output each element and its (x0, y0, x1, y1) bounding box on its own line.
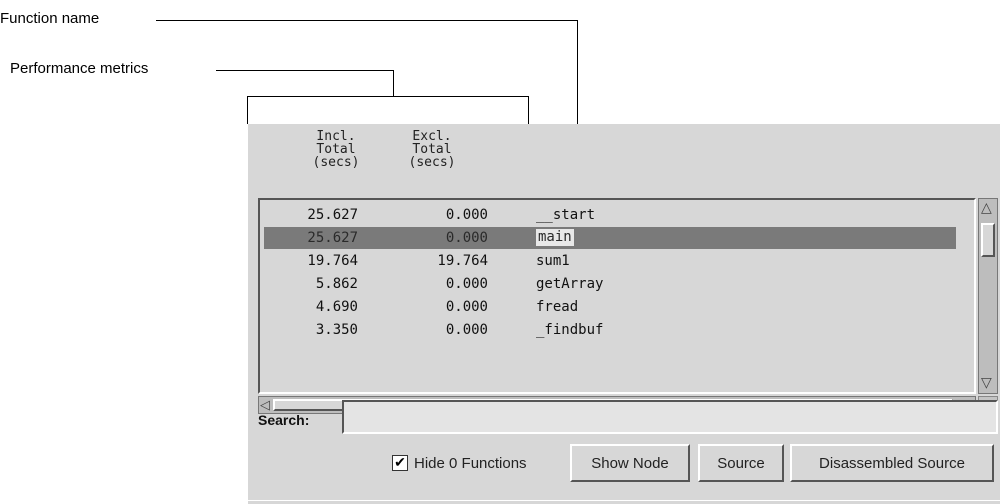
hide-zero-label: Hide 0 Functions (414, 454, 527, 472)
excl-value: 19.764 (437, 253, 488, 269)
list-item[interactable]: 25.627 0.000 __start (264, 204, 956, 226)
disassembled-source-button[interactable]: Disassembled Source (790, 444, 994, 482)
list-item[interactable]: 3.350 0.000 _findbuf (264, 319, 956, 341)
hide-zero-functions-toggle[interactable]: ✔ Hide 0 Functions (392, 446, 527, 480)
function-name: sum1 (536, 253, 570, 269)
incl-value: 4.690 (315, 299, 358, 315)
excl-value: 0.000 (445, 276, 488, 292)
perf-metrics-bracket-top (247, 96, 529, 97)
incl-total-header[interactable]: Incl. Total (secs) (296, 130, 376, 169)
excl-total-header[interactable]: Excl. Total (secs) (392, 130, 472, 169)
perf-metrics-leader-line (216, 70, 394, 71)
function-name: getArray (536, 276, 604, 292)
function-name: fread (536, 299, 579, 315)
incl-value: 25.627 (307, 207, 358, 223)
perf-metrics-bracket-right (528, 96, 529, 124)
function-name: main (536, 229, 574, 246)
scroll-left-arrow-icon[interactable]: ◁ (260, 397, 270, 413)
vertical-scroll-thumb[interactable] (981, 223, 995, 257)
performance-metrics-callout: Performance metrics (10, 60, 149, 77)
scroll-down-arrow-icon[interactable]: ▽ (981, 375, 992, 389)
list-item-selected[interactable]: 25.627 0.000 main (264, 227, 956, 249)
perf-metrics-bracket-left (247, 96, 248, 124)
excl-value: 0.000 (445, 322, 488, 338)
incl-value: 5.862 (315, 276, 358, 292)
list-item[interactable]: 4.690 0.000 fread (264, 296, 956, 318)
perf-metrics-stem-line (393, 70, 394, 96)
excl-value: 0.000 (445, 207, 488, 223)
function-list[interactable]: 25.627 0.000 __start 25.627 0.000 main 1… (258, 198, 976, 394)
header-line: (secs) (408, 155, 456, 170)
excl-value: 0.000 (445, 299, 488, 315)
show-node-button[interactable]: Show Node (570, 444, 690, 482)
vertical-scrollbar[interactable]: △ ▽ (978, 198, 998, 394)
panel-bottom-edge (248, 500, 1000, 501)
function-name-leader-line (156, 20, 578, 21)
search-label: Search: (258, 412, 310, 428)
list-item[interactable]: 19.764 19.764 sum1 (264, 250, 956, 272)
function-name: _findbuf (536, 322, 604, 338)
scroll-up-arrow-icon[interactable]: △ (981, 200, 992, 214)
hide-zero-checkbox[interactable]: ✔ (392, 455, 408, 471)
list-item[interactable]: 5.862 0.000 getArray (264, 273, 956, 295)
excl-value: 0.000 (445, 230, 488, 246)
search-input[interactable] (342, 400, 998, 434)
incl-value: 25.627 (307, 230, 358, 246)
function-name: __start (536, 207, 596, 223)
incl-value: 19.764 (307, 253, 358, 269)
function-list-panel: Incl. Total (secs) Excl. Total (secs) 25… (246, 124, 1000, 504)
incl-value: 3.350 (315, 322, 358, 338)
function-name-callout: Function name (0, 10, 100, 27)
header-line: (secs) (312, 155, 360, 170)
source-button[interactable]: Source (698, 444, 784, 482)
